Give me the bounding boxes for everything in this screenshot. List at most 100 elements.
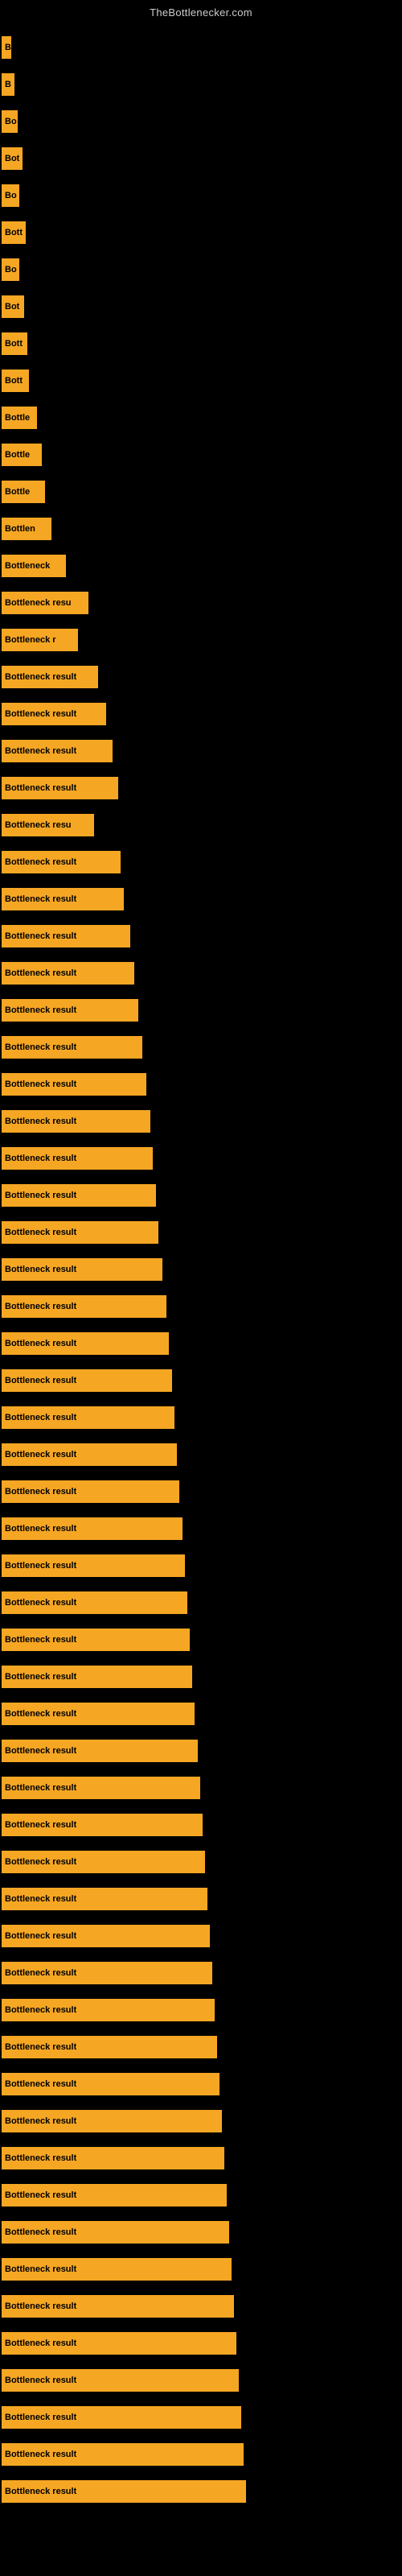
bar[interactable]: Bottleneck result bbox=[2, 1295, 166, 1318]
bar[interactable]: Bottleneck result bbox=[2, 2110, 222, 2132]
bar[interactable]: Bo bbox=[2, 184, 19, 207]
bar[interactable]: Bottleneck result bbox=[2, 1777, 200, 1799]
bar[interactable]: Bottleneck result bbox=[2, 2369, 239, 2392]
bar[interactable]: Bottleneck resu bbox=[2, 814, 94, 836]
bar[interactable]: Bottleneck result bbox=[2, 2406, 241, 2429]
bar[interactable]: Bo bbox=[2, 258, 19, 281]
bar-row: Bottleneck resu bbox=[2, 807, 402, 843]
bar[interactable]: Bottleneck result bbox=[2, 703, 106, 725]
bar[interactable]: Bottleneck result bbox=[2, 1110, 150, 1133]
bar[interactable]: Bottleneck result bbox=[2, 2147, 224, 2169]
bar[interactable]: Bottleneck result bbox=[2, 777, 118, 799]
bar[interactable]: Bottleneck result bbox=[2, 962, 134, 985]
bar-label: Bottle bbox=[5, 487, 30, 497]
bar[interactable]: Bottleneck result bbox=[2, 1814, 203, 1836]
bar-row: Bottleneck result bbox=[2, 1104, 402, 1139]
bar-label: Bottleneck result bbox=[5, 1561, 76, 1571]
bar[interactable]: B bbox=[2, 36, 11, 59]
bar[interactable]: B bbox=[2, 73, 14, 96]
bar-row: Bottleneck result bbox=[2, 2400, 402, 2435]
bar[interactable]: Bottleneck result bbox=[2, 1851, 205, 1873]
bar[interactable]: Bott bbox=[2, 332, 27, 355]
bar-label: Bott bbox=[5, 339, 23, 349]
bar[interactable]: Bottleneck result bbox=[2, 1703, 195, 1725]
bar[interactable]: Bottleneck result bbox=[2, 1629, 190, 1651]
bar[interactable]: Bottleneck result bbox=[2, 1554, 185, 1577]
bar[interactable]: Bottleneck result bbox=[2, 1962, 212, 1984]
bar-row: Bottleneck result bbox=[2, 1363, 402, 1398]
bar-row: Bottleneck result bbox=[2, 881, 402, 917]
bar[interactable]: Bottleneck result bbox=[2, 1369, 172, 1392]
bar[interactable]: Bottleneck result bbox=[2, 1480, 179, 1503]
bar[interactable]: Bottleneck result bbox=[2, 1591, 187, 1614]
bar[interactable]: Bottleneck result bbox=[2, 1517, 183, 1540]
bar[interactable]: Bottleneck result bbox=[2, 1332, 169, 1355]
bar[interactable]: Bottleneck result bbox=[2, 1666, 192, 1688]
bar-row: Bo bbox=[2, 178, 402, 213]
bar-label: Bottleneck result bbox=[5, 968, 76, 978]
bar-row: Bo bbox=[2, 104, 402, 139]
bar-row: Bottleneck result bbox=[2, 2289, 402, 2324]
bar[interactable]: Bottleneck result bbox=[2, 1147, 153, 1170]
bar[interactable]: Bott bbox=[2, 221, 26, 244]
bar-row: Bottleneck result bbox=[2, 2140, 402, 2176]
bar[interactable]: Bottleneck result bbox=[2, 1221, 158, 1244]
bar-row: Bottleneck result bbox=[2, 1252, 402, 1287]
bar[interactable]: Bottleneck result bbox=[2, 1925, 210, 1947]
bar[interactable]: Bottleneck result bbox=[2, 1258, 162, 1281]
bar[interactable]: Bottleneck result bbox=[2, 2480, 246, 2503]
bar[interactable]: Bottleneck result bbox=[2, 1999, 215, 2021]
bar[interactable]: Bottleneck result bbox=[2, 2036, 217, 2058]
bar[interactable]: Bot bbox=[2, 295, 24, 318]
bar[interactable]: Bottleneck result bbox=[2, 2073, 219, 2095]
bar[interactable]: Bottleneck result bbox=[2, 740, 113, 762]
bar[interactable]: Bott bbox=[2, 369, 29, 392]
bar[interactable]: Bottle bbox=[2, 407, 37, 429]
bar[interactable]: Bottleneck result bbox=[2, 2184, 227, 2207]
bar-label: Bottleneck result bbox=[5, 1302, 76, 1311]
bar-label: Bottleneck result bbox=[5, 2153, 76, 2163]
bar[interactable]: Bottle bbox=[2, 444, 42, 466]
bar-row: Bottle bbox=[2, 437, 402, 473]
bar[interactable]: Bottleneck r bbox=[2, 629, 78, 651]
bar-label: Bottleneck result bbox=[5, 1709, 76, 1719]
bar[interactable]: Bottleneck result bbox=[2, 888, 124, 910]
bar[interactable]: Bottleneck result bbox=[2, 2221, 229, 2244]
bar-row: Bottleneck result bbox=[2, 2326, 402, 2361]
bar[interactable]: Bottleneck result bbox=[2, 1073, 146, 1096]
bar[interactable]: Bottleneck result bbox=[2, 1888, 207, 1910]
bar-label: Bottleneck result bbox=[5, 1450, 76, 1459]
bar-row: Bottleneck result bbox=[2, 1955, 402, 1991]
bar[interactable]: Bottleneck resu bbox=[2, 592, 88, 614]
bar[interactable]: Bottleneck result bbox=[2, 925, 130, 947]
bar-row: Bottleneck result bbox=[2, 1770, 402, 1806]
bar-label: Bo bbox=[5, 265, 17, 275]
bar[interactable]: Bo bbox=[2, 110, 18, 133]
bar[interactable]: Bottlen bbox=[2, 518, 51, 540]
bar[interactable]: Bottleneck result bbox=[2, 851, 121, 873]
bar-row: Bot bbox=[2, 141, 402, 176]
bar-label: Bottleneck result bbox=[5, 1042, 76, 1052]
bar-label: Bottleneck result bbox=[5, 2487, 76, 2496]
bar[interactable]: Bottleneck result bbox=[2, 1184, 156, 1207]
bar[interactable]: Bottle bbox=[2, 481, 45, 503]
bar-label: Bottleneck result bbox=[5, 1783, 76, 1793]
bar-label: Bottleneck result bbox=[5, 2376, 76, 2385]
bar-label: Bottleneck resu bbox=[5, 598, 72, 608]
bar[interactable]: Bottleneck result bbox=[2, 2258, 232, 2281]
bar[interactable]: Bottleneck result bbox=[2, 2295, 234, 2318]
bar-label: Bottleneck result bbox=[5, 2116, 76, 2126]
bar-row: Bottleneck result bbox=[2, 2252, 402, 2287]
bar[interactable]: Bottleneck result bbox=[2, 2443, 244, 2466]
bar[interactable]: Bottleneck result bbox=[2, 1406, 174, 1429]
bar[interactable]: Bottleneck result bbox=[2, 999, 138, 1022]
bar[interactable]: Bottleneck result bbox=[2, 1036, 142, 1059]
bar[interactable]: Bottleneck result bbox=[2, 1740, 198, 1762]
bar[interactable]: Bot bbox=[2, 147, 23, 170]
bar[interactable]: Bottleneck result bbox=[2, 666, 98, 688]
bar-row: Bottleneck result bbox=[2, 1215, 402, 1250]
bar[interactable]: Bottleneck result bbox=[2, 1443, 177, 1466]
bar-label: Bottleneck r bbox=[5, 635, 56, 645]
bar[interactable]: Bottleneck result bbox=[2, 2332, 236, 2355]
bar[interactable]: Bottleneck bbox=[2, 555, 66, 577]
